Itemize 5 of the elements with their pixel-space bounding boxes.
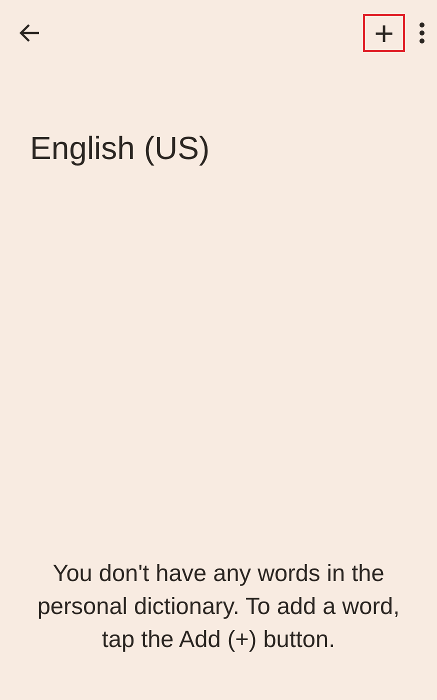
add-button[interactable]: + xyxy=(363,14,405,52)
back-arrow-icon[interactable] xyxy=(18,23,40,43)
page-title: English (US) xyxy=(30,130,211,167)
more-options-icon[interactable] xyxy=(419,22,425,44)
empty-message: You don't have any words in the personal dictionary. To add a word, tap the Add (+) button. xyxy=(36,559,401,654)
